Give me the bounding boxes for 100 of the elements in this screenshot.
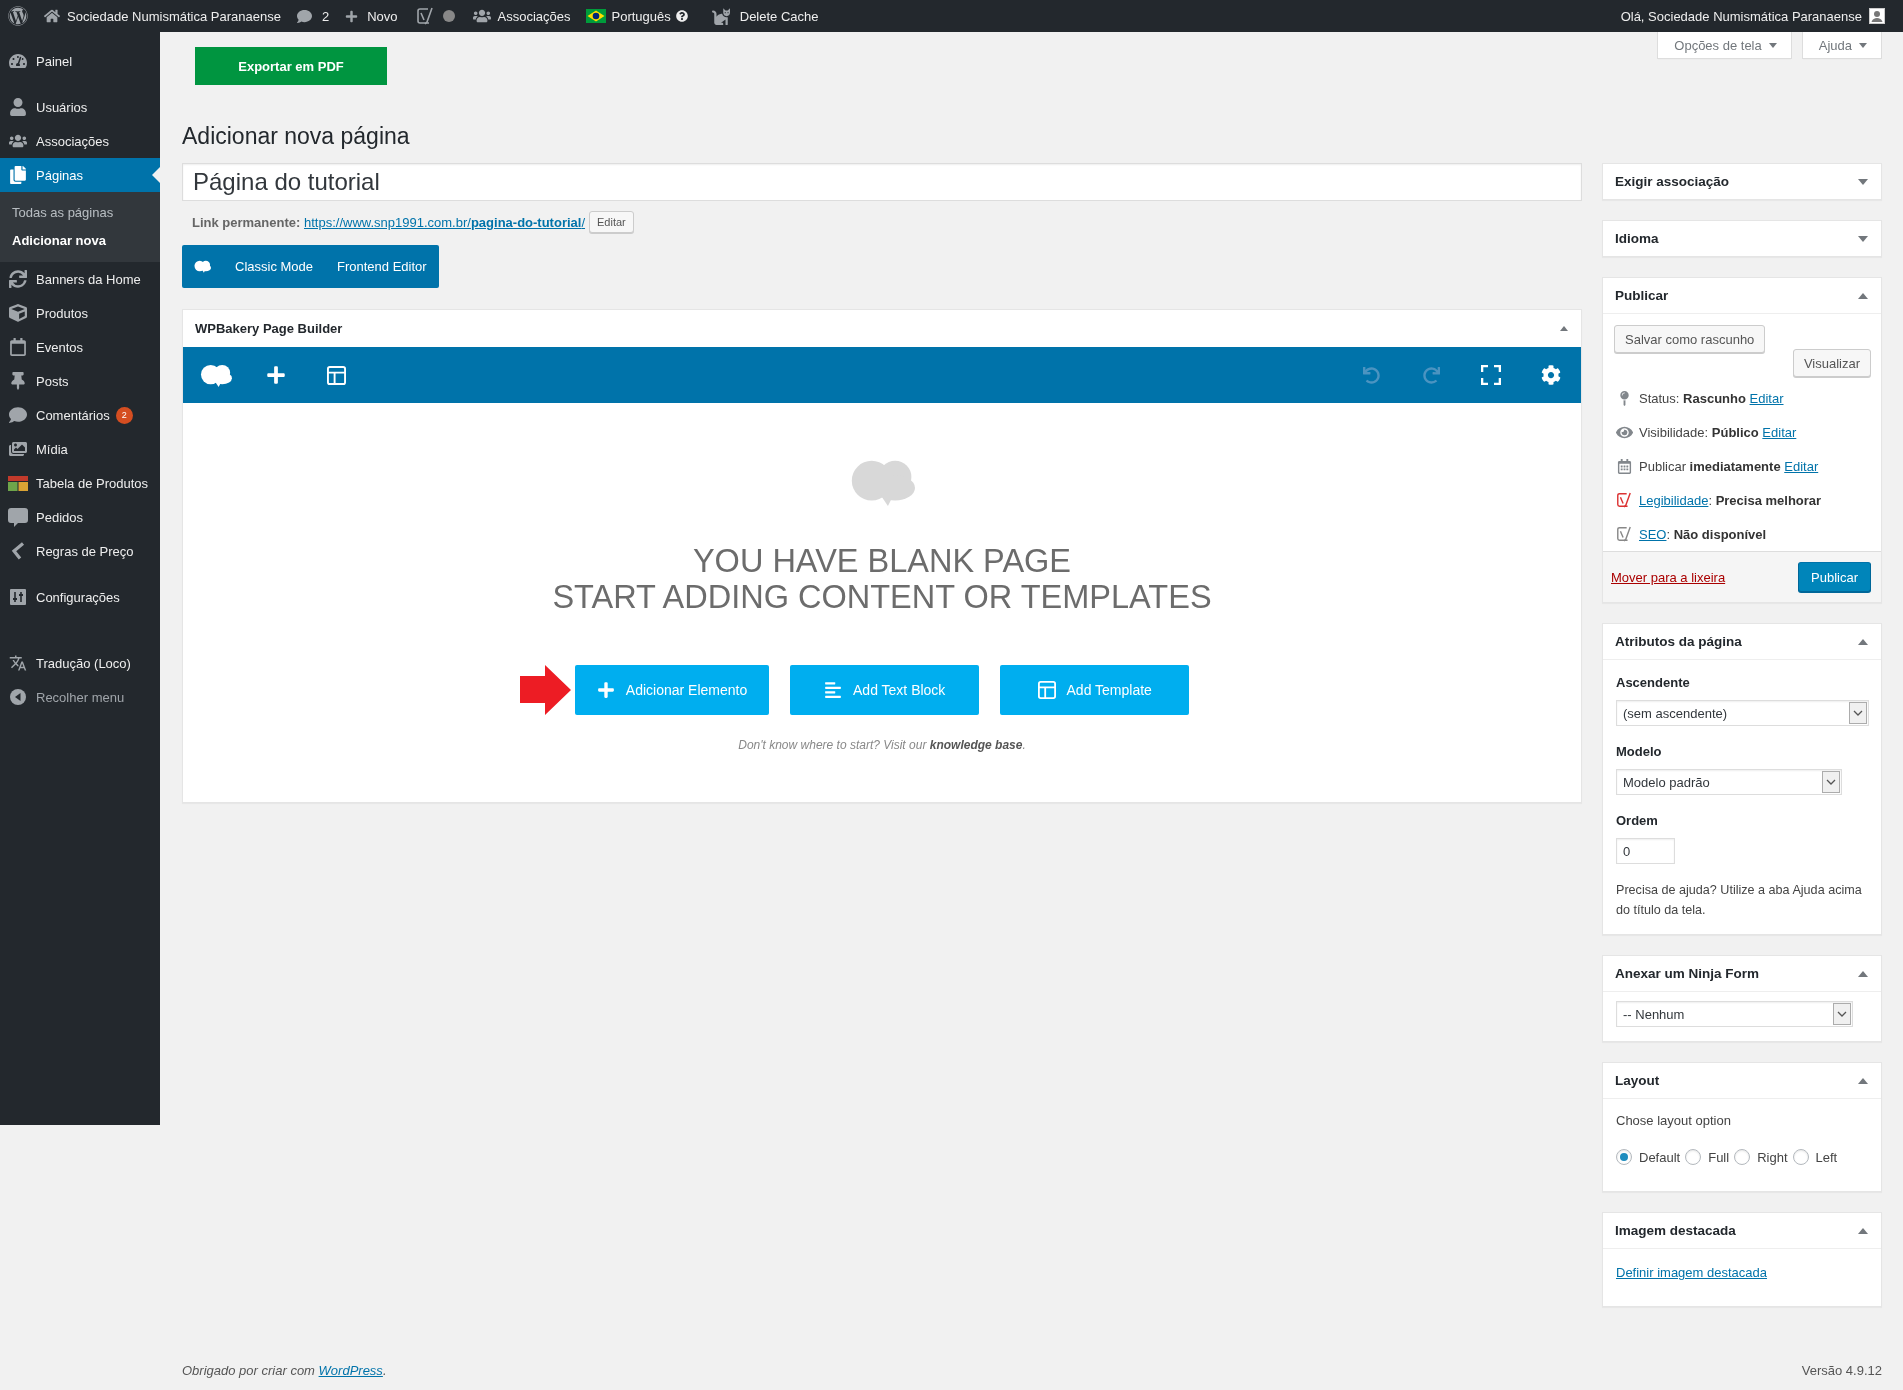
account-link[interactable]: Olá, Sociedade Numismática Paranaense (1612, 0, 1893, 32)
menu-item[interactable]: Configurações (0, 580, 160, 614)
layout-option[interactable]: Left (1792, 1149, 1838, 1165)
publish-info-text: Legibilidade: Precisa melhorar (1639, 492, 1822, 508)
preview-button[interactable]: Visualizar (1792, 349, 1871, 377)
people-icon (472, 7, 491, 25)
menu-item[interactable]: Posts (0, 364, 160, 398)
box-title: Exigir associação (1615, 174, 1730, 189)
plus-icon[interactable] (266, 365, 286, 385)
toggle-caret-icon[interactable] (1560, 326, 1568, 331)
menu-item[interactable]: Painel (0, 44, 160, 78)
edit-link[interactable]: Editar (1784, 458, 1819, 474)
help-text: Precisa de ajuda? Utilize a aba Ajuda acima do título da tela. (1616, 882, 1863, 919)
toggle-caret-icon[interactable] (1858, 178, 1868, 185)
chevron-left-icon (11, 542, 25, 560)
menu-item[interactable]: Associações (0, 124, 160, 158)
edit-link[interactable]: Editar (1762, 424, 1797, 440)
menu-item[interactable]: Tradução (Loco) (0, 646, 160, 680)
menu-item[interactable]: Produtos (0, 296, 160, 330)
radio-button[interactable] (1792, 1149, 1809, 1165)
menu-item[interactable]: Mídia (0, 432, 160, 466)
edit-link[interactable]: Editar (1749, 390, 1784, 406)
trash-link[interactable]: Mover para a lixeira (1611, 569, 1726, 585)
field-label: Modelo (1616, 743, 1663, 761)
people-icon (9, 132, 27, 150)
publish-button[interactable]: Publicar (1798, 562, 1871, 592)
box-title: Publicar (1615, 288, 1669, 303)
logo-icon[interactable] (8, 6, 28, 26)
radio-button[interactable] (1616, 1149, 1632, 1165)
editor-mode-button[interactable]: Classic Mode (223, 245, 326, 288)
save-draft-button[interactable]: Salvar como rascunho (1614, 325, 1766, 353)
calendar-icon (1616, 458, 1632, 474)
permalink-link[interactable]: https://www.snp1991.com.br/pagina-do-tutorial/ (304, 214, 586, 230)
toggle-caret-icon[interactable] (1858, 292, 1868, 299)
refresh-icon (9, 270, 27, 288)
box-title: Anexar um Ninja Form (1615, 966, 1760, 981)
plus-icon (596, 681, 615, 699)
box-icon (9, 304, 27, 322)
set-featured-image-link[interactable]: Definir imagem destacada (1616, 1265, 1768, 1280)
template-select[interactable]: Modelo padrão (1616, 769, 1842, 795)
toggle-caret-icon[interactable] (1858, 235, 1868, 242)
cloud-icon (849, 459, 915, 506)
toggle-caret-icon[interactable] (1858, 970, 1868, 977)
submenu-item[interactable]: Adicionar nova (0, 227, 160, 255)
images-icon (9, 440, 27, 458)
radio-button[interactable] (1734, 1149, 1751, 1165)
parent-select[interactable]: (sem ascendente) (1616, 700, 1869, 726)
comment-icon (9, 406, 27, 424)
version-text: Versão 4.9.12 (1801, 1362, 1882, 1380)
page-heading: Adicionar nova página (182, 122, 411, 151)
layout-option[interactable]: Full (1685, 1149, 1730, 1165)
menu-item[interactable]: Regras de Preço (0, 534, 160, 568)
field-label: Ascendente (1616, 674, 1691, 692)
layout-option[interactable]: Default (1616, 1149, 1681, 1165)
screen-tab[interactable]: Ajuda (1801, 32, 1882, 59)
settings-icon[interactable] (1541, 365, 1561, 385)
menu-item[interactable]: Páginas (0, 158, 160, 192)
menu-item[interactable]: Banners da Home (0, 262, 160, 296)
language-link[interactable]: Português (578, 0, 696, 32)
associations-link[interactable]: Associações (464, 0, 579, 32)
edit-permalink-button[interactable]: Editar (589, 211, 634, 233)
site-name-link[interactable]: Sociedade Numismática Paranaense (36, 0, 289, 32)
delete-cache-link[interactable]: Delete Cache (703, 0, 827, 32)
new-content-link[interactable]: Novo (337, 0, 406, 32)
menu-item[interactable]: Usuários (0, 90, 160, 124)
box-title: Idioma (1615, 231, 1659, 246)
footer-link[interactable]: WordPress (318, 1363, 383, 1378)
submenu-item[interactable]: Todas as páginas (0, 199, 160, 227)
layout-prompt: Chose layout option (1616, 1112, 1732, 1130)
publish-info-text: SEO: Não disponível (1639, 526, 1767, 542)
caret-icon (1859, 42, 1867, 48)
fullscreen-icon[interactable] (1481, 365, 1501, 385)
toggle-caret-icon[interactable] (1858, 1077, 1868, 1084)
menu-item[interactable]: Eventos (0, 330, 160, 364)
export-pdf-button[interactable]: Exportar em PDF (195, 47, 387, 85)
cloud-icon[interactable] (194, 260, 211, 273)
cloud-icon[interactable] (200, 363, 232, 387)
flag-icon (586, 9, 607, 23)
publish-info-text: Status: Rascunho Editar (1639, 390, 1784, 406)
comments-link[interactable]: 2 (288, 0, 338, 32)
radio-button[interactable] (1685, 1149, 1702, 1165)
title-field[interactable]: Página do tutorial (182, 163, 1582, 201)
layout-icon[interactable] (326, 365, 346, 385)
editor-mode-button[interactable]: Frontend Editor (325, 245, 439, 288)
collapse-icon (10, 689, 26, 705)
menu-item[interactable]: Tabela de Produtos (0, 466, 160, 500)
logo-badge-icon[interactable] (415, 7, 434, 25)
menu-item[interactable]: Comentários 2 (0, 398, 160, 432)
toggle-caret-icon[interactable] (1858, 1227, 1868, 1234)
collapse-menu-button[interactable]: Recolher menu (0, 680, 125, 714)
screen-tab[interactable]: Opções de tela (1657, 32, 1792, 59)
toggle-caret-icon[interactable] (1858, 638, 1868, 645)
avatar-icon (1869, 8, 1885, 24)
order-field[interactable]: 0 (1616, 838, 1675, 864)
box-title: Atributos da página (1615, 634, 1742, 649)
field-label: Ordem (1616, 812, 1659, 830)
layout-option[interactable]: Right (1734, 1149, 1788, 1165)
menu-item[interactable]: Pedidos (0, 500, 160, 534)
blank-page-headline: START ADDING CONTENT OR TEMPLATES (552, 579, 1212, 615)
form-select[interactable]: -- Nenhum (1616, 1001, 1853, 1027)
